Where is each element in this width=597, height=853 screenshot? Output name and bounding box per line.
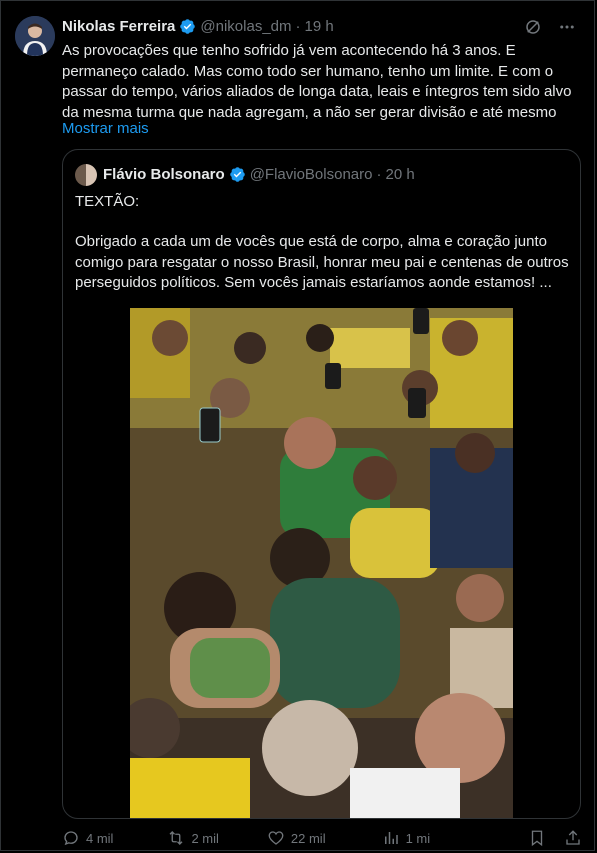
quoted-header: Flávio Bolsonaro @FlavioBolsonaro · 20 h: [103, 166, 415, 183]
separator-dot: ·: [376, 166, 382, 183]
post-container: Nikolas Ferreira @nikolas_dm · 19 h As p…: [0, 0, 595, 851]
author-name[interactable]: Nikolas Ferreira: [62, 18, 175, 35]
more-icon[interactable]: [558, 18, 576, 36]
verified-badge-icon: [229, 167, 245, 182]
post-text: As provocações que tenho sofrido já vem …: [62, 42, 572, 121]
bookmark-icon[interactable]: [528, 829, 546, 847]
post-actions: 4 mil 2 mil 22 mil 1 mi: [62, 829, 582, 847]
views-icon: [384, 832, 398, 844]
quoted-text: Obrigado a cada um de vocês que está de …: [75, 233, 569, 291]
avatar[interactable]: [15, 16, 55, 56]
heart-icon: [268, 831, 284, 845]
like-count: 22 mil: [290, 830, 326, 846]
separator-dot: ·: [295, 18, 301, 35]
quoted-time[interactable]: 20 h: [385, 166, 414, 183]
views-button[interactable]: 1 mi: [382, 829, 431, 847]
reply-icon: [64, 831, 78, 846]
views-count: 1 mi: [405, 830, 431, 846]
quoted-title: TEXTÃO:: [75, 193, 140, 210]
quoted-author-name[interactable]: Flávio Bolsonaro: [103, 166, 225, 183]
quoted-handle[interactable]: @FlavioBolsonaro: [250, 166, 373, 183]
secondary-actions: [528, 829, 582, 847]
repost-count: 2 mil: [191, 830, 219, 846]
repost-icon: [169, 831, 183, 845]
post-time[interactable]: 19 h: [305, 18, 334, 35]
verified-badge-icon: [180, 19, 196, 34]
crowd-photo[interactable]: [130, 308, 513, 818]
top-actions: [524, 18, 576, 36]
share-icon[interactable]: [564, 829, 582, 847]
author-handle[interactable]: @nikolas_dm: [200, 18, 291, 35]
quoted-avatar[interactable]: [75, 164, 97, 186]
like-button[interactable]: 22 mil: [267, 829, 326, 847]
reply-button[interactable]: 4 mil: [62, 829, 113, 847]
quoted-post[interactable]: Flávio Bolsonaro @FlavioBolsonaro · 20 h…: [62, 149, 581, 819]
repost-button[interactable]: 2 mil: [167, 829, 219, 847]
post-header: Nikolas Ferreira @nikolas_dm · 19 h: [62, 18, 534, 35]
reply-count: 4 mil: [86, 830, 114, 846]
show-more-link[interactable]: Mostrar mais: [62, 120, 149, 137]
grok-icon[interactable]: [524, 18, 542, 36]
